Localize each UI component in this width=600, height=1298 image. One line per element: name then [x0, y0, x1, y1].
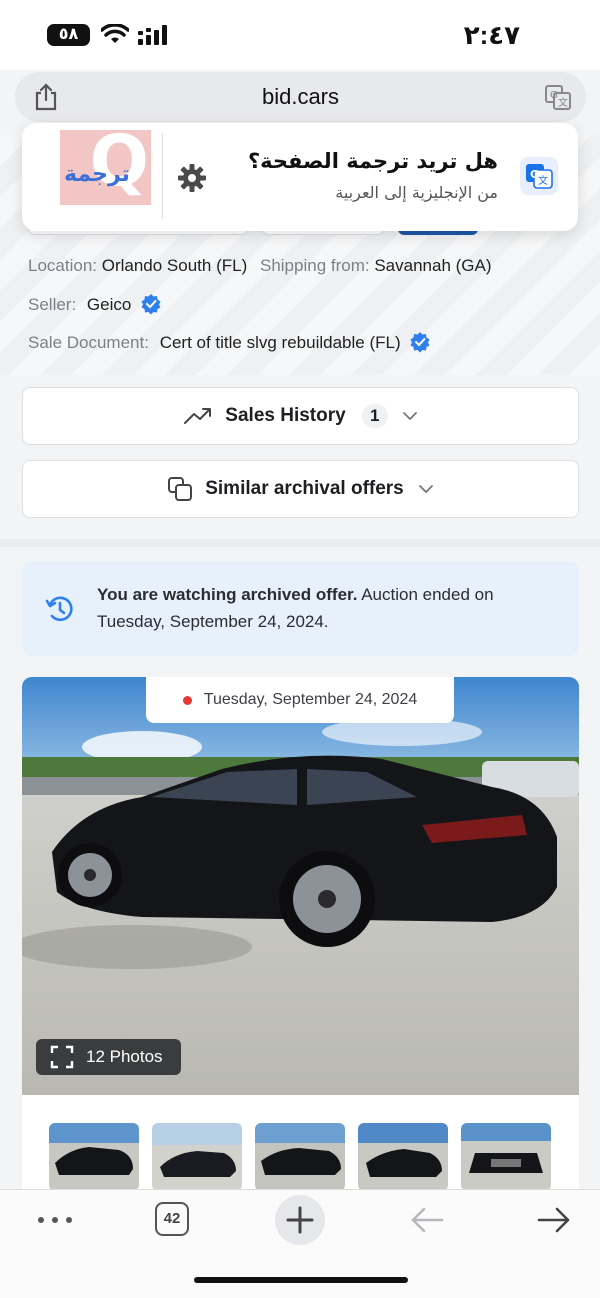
location-label: Location:	[28, 256, 97, 275]
archived-offer-notice: You are watching archived offer. Auction…	[22, 561, 579, 656]
logo-text: ترجمة	[64, 162, 130, 187]
location-row: Location: Orlando South (FL) Shipping fr…	[28, 256, 492, 276]
status-dot	[182, 695, 192, 705]
translator-app-logo[interactable]: Q ترجمة	[60, 130, 151, 205]
svg-text:文: 文	[558, 96, 568, 109]
cellular-signal-icon	[138, 25, 167, 45]
similar-offers-accordion[interactable]: Similar archival offers	[22, 460, 579, 518]
sale-document-value: Cert of title slvg rebuildable (FL)	[159, 333, 401, 352]
forward-arrow-icon[interactable]	[537, 1206, 571, 1234]
translate-languages[interactable]: من الإنجليزية إلى العربية	[335, 183, 498, 202]
google-translate-icon[interactable]: G 文	[520, 157, 558, 195]
tabs-button[interactable]: 42	[155, 1202, 189, 1236]
thumbnail[interactable]	[358, 1123, 448, 1189]
status-time: ٢:٤٧	[463, 20, 520, 50]
status-bar: ٥٨ ٢:٤٧	[0, 0, 600, 70]
thumbnail[interactable]	[152, 1123, 242, 1189]
new-tab-button[interactable]	[275, 1195, 325, 1245]
seller-value: Geico	[86, 295, 132, 314]
popup-divider	[162, 133, 163, 219]
translate-question[interactable]: هل تريد ترجمة الصفحة؟	[248, 149, 498, 173]
svg-text:G: G	[550, 90, 558, 101]
gear-icon[interactable]	[177, 163, 207, 193]
thumbnail[interactable]	[461, 1123, 551, 1189]
auction-date: Tuesday, September 24, 2024	[203, 691, 418, 708]
gallery-card: Tuesday, September 24, 2024 12 Photos	[22, 677, 579, 1189]
plus-icon	[286, 1206, 314, 1234]
sales-history-count: 1	[361, 404, 388, 428]
sales-history-label: Sales History	[225, 405, 346, 426]
back-arrow-icon[interactable]	[410, 1206, 444, 1234]
history-icon	[45, 596, 73, 622]
address-bar[interactable]: bid.cars G 文	[15, 72, 586, 122]
verified-badge-icon	[410, 332, 430, 353]
chevron-down-icon	[418, 485, 433, 494]
location-value: Orlando South (FL)	[101, 256, 248, 275]
auction-date-chip: Tuesday, September 24, 2024	[146, 677, 454, 723]
seller-row: Seller: Geico	[28, 293, 162, 315]
shipping-value: Savannah (GA)	[374, 256, 492, 275]
section-divider	[0, 539, 600, 547]
notice-text: You are watching archived offer. Auction…	[97, 581, 547, 635]
svg-text:文: 文	[538, 174, 548, 187]
thumbnail[interactable]	[49, 1123, 139, 1189]
fullscreen-icon	[50, 1045, 74, 1069]
thumbnail[interactable]	[255, 1123, 345, 1189]
notice-bold-text: You are watching archived offer.	[97, 585, 358, 604]
verified-badge-icon	[141, 294, 161, 315]
main-car-photo[interactable]: Tuesday, September 24, 2024 12 Photos	[22, 677, 579, 1095]
wifi-icon	[101, 24, 129, 43]
sales-history-accordion[interactable]: Sales History 1	[22, 387, 579, 445]
trending-up-icon	[184, 408, 212, 424]
sale-document-label: Sale Document:	[28, 333, 149, 352]
similar-offers-label: Similar archival offers	[205, 478, 404, 499]
sale-document-row: Sale Document: Cert of title slvg rebuil…	[28, 331, 431, 353]
page-content: Location: Orlando South (FL) Shipping fr…	[0, 135, 600, 1189]
chevron-down-icon	[402, 412, 417, 421]
home-indicator[interactable]	[194, 1277, 408, 1283]
more-options-icon[interactable]	[37, 1214, 73, 1226]
translate-icon[interactable]: G 文	[544, 83, 572, 111]
copy-icon	[168, 477, 193, 501]
photos-count-label: 12 Photos	[86, 1047, 163, 1066]
translate-prompt: Q ترجمة هل تريد ترجمة الصفحة؟ من الإنجلي…	[22, 123, 578, 231]
seller-label: Seller:	[28, 295, 77, 314]
thumbnail-strip	[49, 1123, 569, 1189]
shipping-label: Shipping from:	[259, 256, 370, 275]
battery-icon: ٥٨	[47, 24, 90, 46]
url-text[interactable]: bid.cars	[15, 84, 586, 110]
photos-count-button[interactable]: 12 Photos	[36, 1039, 181, 1075]
